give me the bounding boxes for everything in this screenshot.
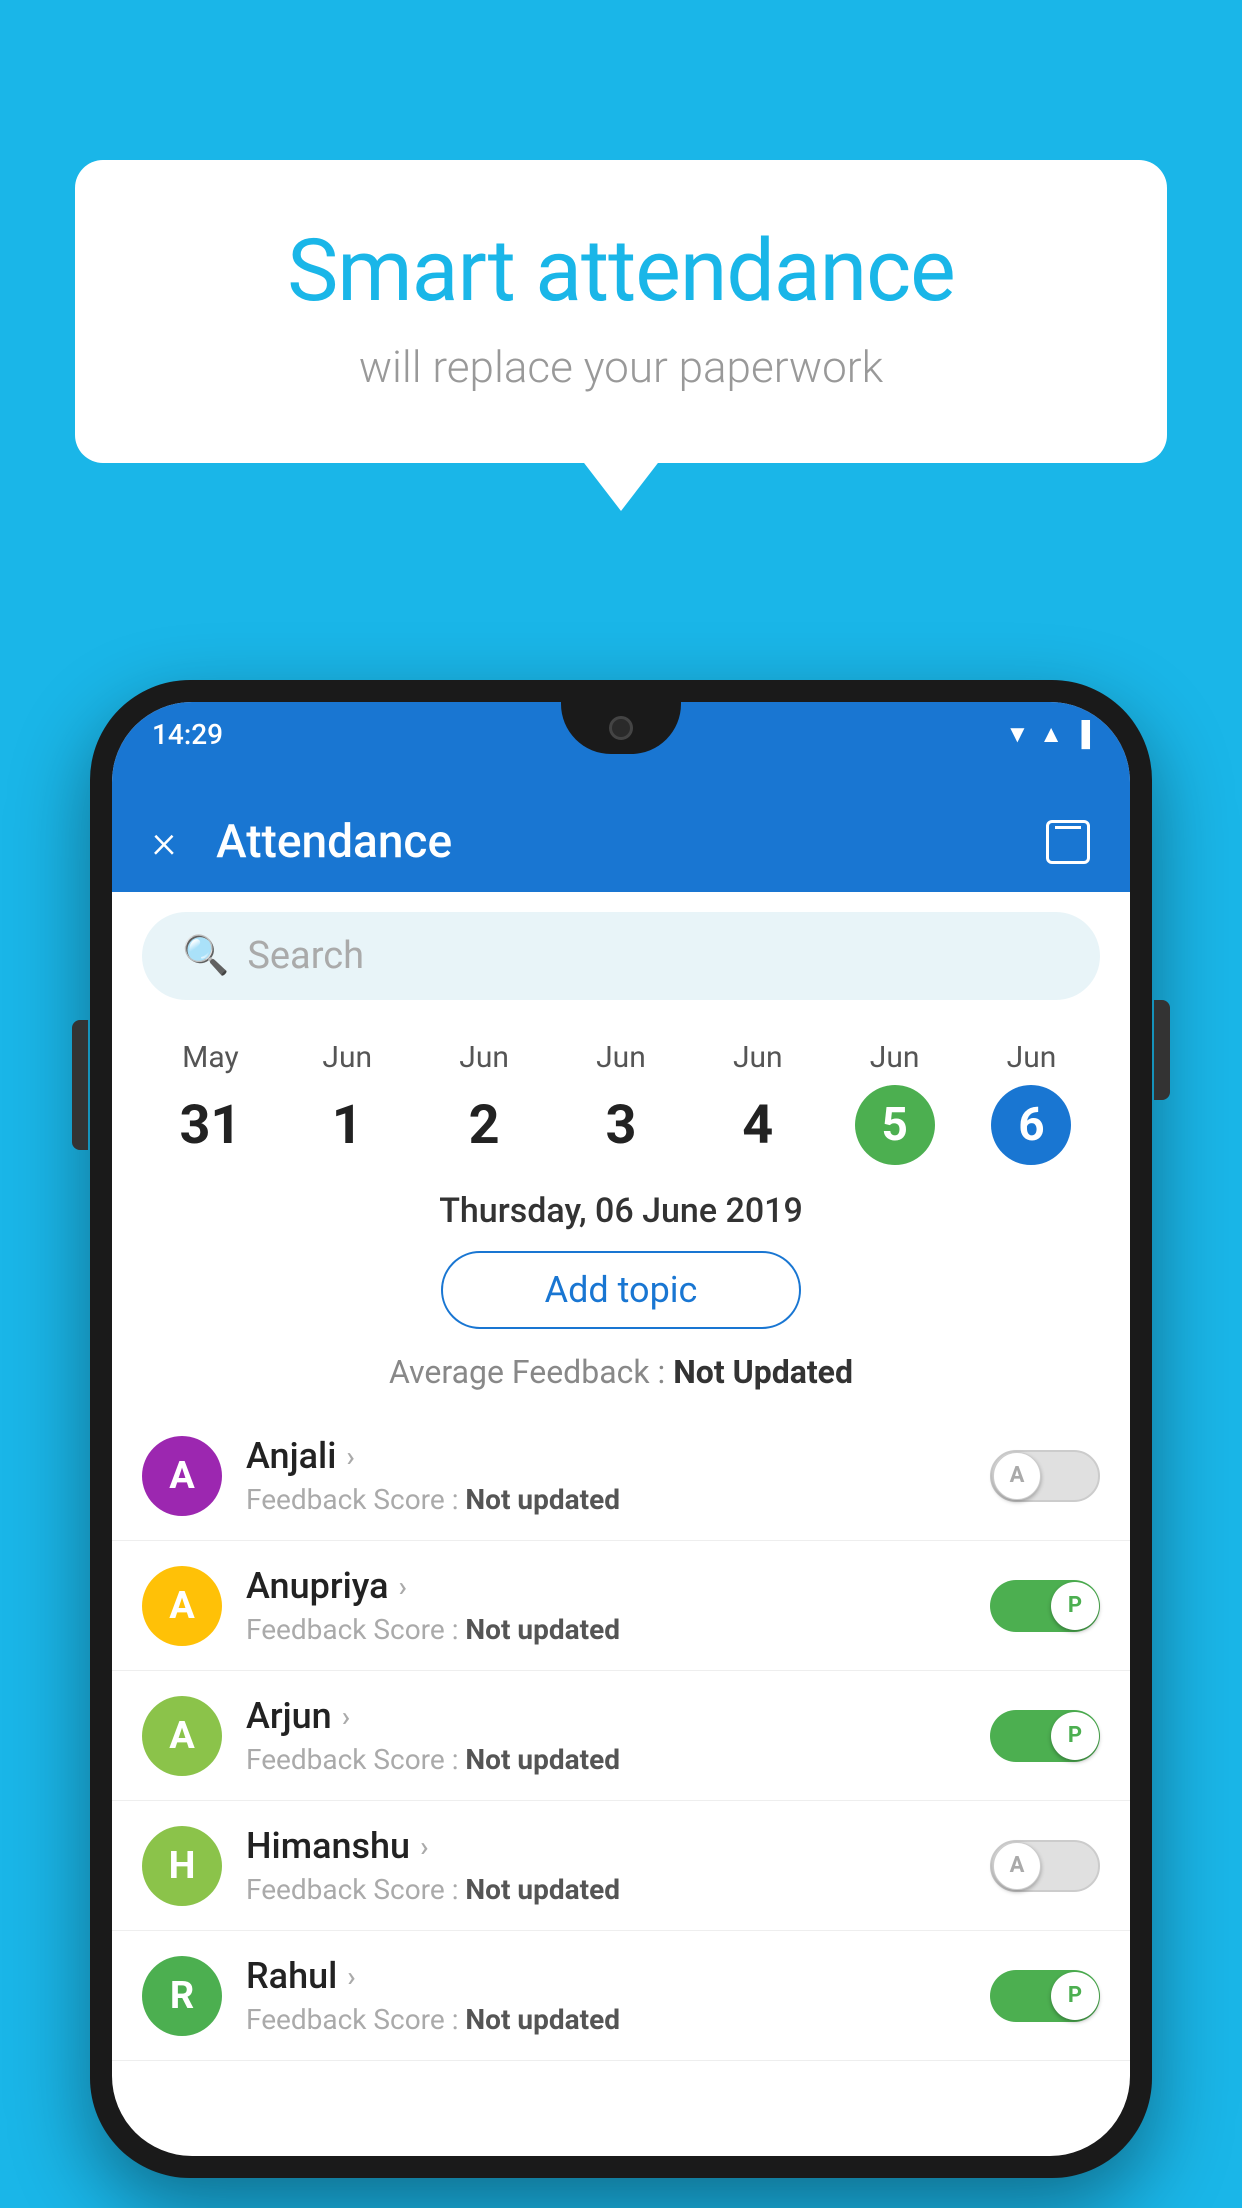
student-item-0[interactable]: A Anjali› Feedback Score : Not updated A — [112, 1411, 1130, 1541]
calendar-day-5[interactable]: Jun 5 — [855, 1040, 935, 1165]
avatar-4: R — [142, 1956, 222, 2036]
add-topic-button[interactable]: Add topic — [441, 1251, 801, 1329]
feedback-score-0: Feedback Score : Not updated — [246, 1483, 966, 1516]
selected-date-label: Thursday, 06 June 2019 — [112, 1191, 1130, 1231]
calendar-day-4[interactable]: Jun 4 — [718, 1040, 798, 1165]
toggle-knob-0: A — [993, 1452, 1041, 1500]
student-info-3: Himanshu› Feedback Score : Not updated — [246, 1825, 966, 1906]
feedback-score-1: Feedback Score : Not updated — [246, 1613, 966, 1646]
cal-day-num[interactable]: 31 — [170, 1085, 250, 1165]
toggle-knob-1: P — [1051, 1582, 1099, 1630]
feedback-score-3: Feedback Score : Not updated — [246, 1873, 966, 1906]
wifi-icon: ▼ — [1005, 720, 1029, 749]
cal-month-label: Jun — [1007, 1040, 1057, 1075]
cal-month-label: May — [182, 1040, 238, 1075]
attendance-toggle-1[interactable]: P — [990, 1580, 1100, 1632]
chevron-icon: › — [346, 1440, 354, 1473]
student-item-1[interactable]: A Anupriya› Feedback Score : Not updated P — [112, 1541, 1130, 1671]
cal-day-num[interactable]: 6 — [991, 1085, 1071, 1165]
feedback-score-4: Feedback Score : Not updated — [246, 2003, 966, 2036]
student-list: AAnjali›Feedback Score : Not updatedAAAn… — [112, 1411, 1130, 2061]
student-info-1: Anupriya› Feedback Score : Not updated — [246, 1565, 966, 1646]
toggle-knob-4: P — [1051, 1972, 1099, 2020]
student-name-0: Anjali› — [246, 1435, 966, 1477]
app-header: × Attendance — [112, 792, 1130, 892]
phone-outer: 14:29 ▼ ▲ ▐ × Attendance 🔍 Search — [90, 680, 1152, 2178]
attendance-toggle-4[interactable]: P — [990, 1970, 1100, 2022]
phone-container: 14:29 ▼ ▲ ▐ × Attendance 🔍 Search — [90, 680, 1152, 2178]
cal-day-num[interactable]: 5 — [855, 1085, 935, 1165]
student-item-3[interactable]: H Himanshu› Feedback Score : Not updated A — [112, 1801, 1130, 1931]
attendance-toggle-3[interactable]: A — [990, 1840, 1100, 1892]
cal-day-num[interactable]: 2 — [444, 1085, 524, 1165]
toggle-wrap-3[interactable]: A — [990, 1840, 1100, 1892]
cal-month-label: Jun — [733, 1040, 783, 1075]
search-icon: 🔍 — [182, 934, 229, 978]
student-info-4: Rahul› Feedback Score : Not updated — [246, 1955, 966, 2036]
status-time: 14:29 — [152, 714, 223, 751]
notch-cutout — [561, 702, 681, 754]
toggle-knob-3: A — [993, 1842, 1041, 1890]
student-name-3: Himanshu› — [246, 1825, 966, 1867]
battery-icon: ▐ — [1073, 720, 1090, 749]
cal-day-num[interactable]: 1 — [307, 1085, 387, 1165]
speech-bubble-container: Smart attendance will replace your paper… — [75, 160, 1167, 463]
student-item-4[interactable]: R Rahul› Feedback Score : Not updated P — [112, 1931, 1130, 2061]
status-bar: 14:29 ▼ ▲ ▐ — [112, 702, 1130, 792]
chevron-icon: › — [399, 1570, 407, 1603]
cal-day-num[interactable]: 4 — [718, 1085, 798, 1165]
speech-subtitle: will replace your paperwork — [155, 341, 1087, 393]
avatar-1: A — [142, 1566, 222, 1646]
calendar-row: May 31 Jun 1 Jun 2 Jun 3 Jun 4 Jun 5 Jun 6 — [112, 1020, 1130, 1175]
cal-month-label: Jun — [322, 1040, 372, 1075]
cal-day-num[interactable]: 3 — [581, 1085, 661, 1165]
chevron-icon: › — [342, 1700, 350, 1733]
avatar-0: A — [142, 1436, 222, 1516]
avatar-2: A — [142, 1696, 222, 1776]
attendance-toggle-2[interactable]: P — [990, 1710, 1100, 1762]
calendar-day-0[interactable]: May 31 — [170, 1040, 250, 1165]
status-icons: ▼ ▲ ▐ — [1005, 714, 1090, 749]
calendar-day-2[interactable]: Jun 2 — [444, 1040, 524, 1165]
search-bar[interactable]: 🔍 Search — [142, 912, 1100, 1000]
student-name-4: Rahul› — [246, 1955, 966, 1997]
toggle-wrap-2[interactable]: P — [990, 1710, 1100, 1762]
search-input[interactable]: Search — [247, 934, 364, 978]
student-info-0: Anjali› Feedback Score : Not updated — [246, 1435, 966, 1516]
cal-month-label: Jun — [870, 1040, 920, 1075]
calendar-day-3[interactable]: Jun 3 — [581, 1040, 661, 1165]
toggle-wrap-1[interactable]: P — [990, 1580, 1100, 1632]
cal-month-label: Jun — [459, 1040, 509, 1075]
speech-title: Smart attendance — [155, 220, 1087, 321]
chevron-icon: › — [347, 1960, 355, 1993]
student-name-1: Anupriya› — [246, 1565, 966, 1607]
toggle-wrap-4[interactable]: P — [990, 1970, 1100, 2022]
phone-screen: 14:29 ▼ ▲ ▐ × Attendance 🔍 Search — [112, 702, 1130, 2156]
toggle-wrap-0[interactable]: A — [990, 1450, 1100, 1502]
student-name-2: Arjun› — [246, 1695, 966, 1737]
attendance-toggle-0[interactable]: A — [990, 1450, 1100, 1502]
notch-camera — [609, 716, 633, 740]
close-button[interactable]: × — [152, 815, 176, 869]
toggle-knob-2: P — [1051, 1712, 1099, 1760]
student-item-2[interactable]: A Arjun› Feedback Score : Not updated P — [112, 1671, 1130, 1801]
calendar-day-6[interactable]: Jun 6 — [991, 1040, 1071, 1165]
avatar-3: H — [142, 1826, 222, 1906]
student-info-2: Arjun› Feedback Score : Not updated — [246, 1695, 966, 1776]
feedback-score-2: Feedback Score : Not updated — [246, 1743, 966, 1776]
signal-icon: ▲ — [1039, 720, 1063, 749]
speech-bubble: Smart attendance will replace your paper… — [75, 160, 1167, 463]
calendar-day-1[interactable]: Jun 1 — [307, 1040, 387, 1165]
chevron-icon: › — [420, 1830, 428, 1863]
cal-month-label: Jun — [596, 1040, 646, 1075]
app-title: Attendance — [216, 815, 1016, 869]
avg-feedback: Average Feedback : Not Updated — [112, 1353, 1130, 1391]
calendar-header-icon[interactable] — [1046, 820, 1090, 864]
